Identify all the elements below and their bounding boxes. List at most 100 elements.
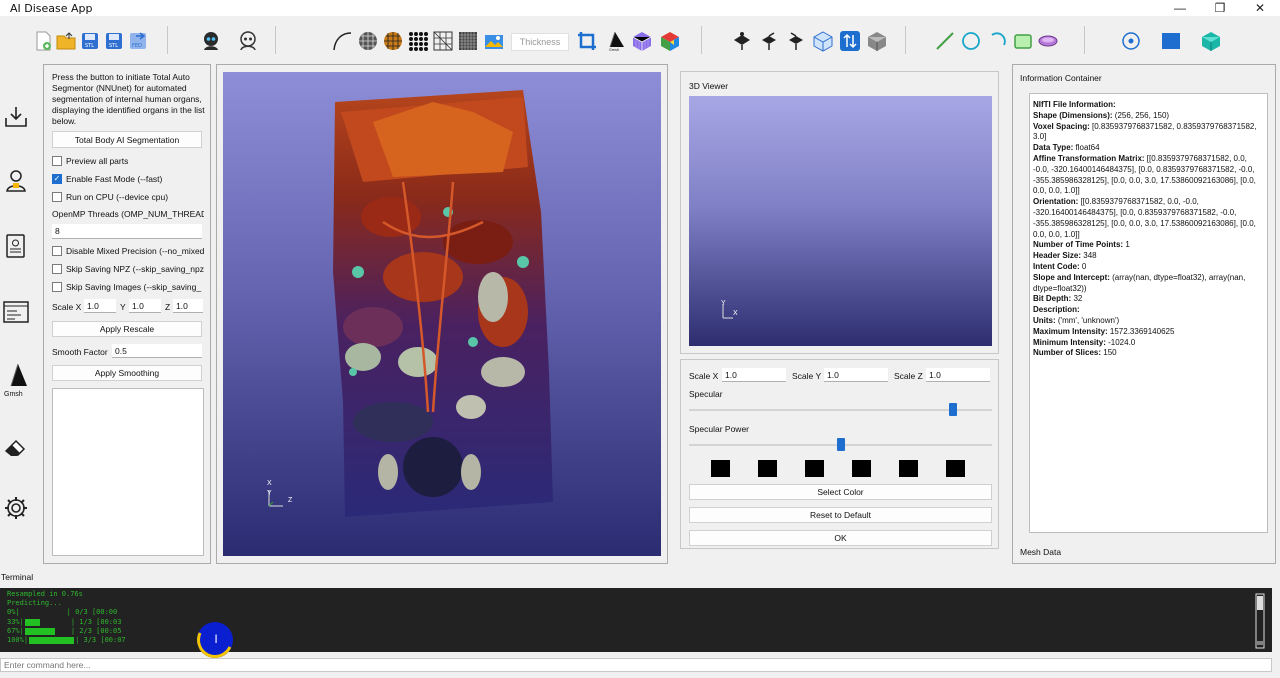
color-swatch-2[interactable] bbox=[758, 460, 777, 477]
info-entry: Slope and Intercept: (array(nan, dtype=f… bbox=[1033, 273, 1264, 295]
info-entry-key: Affine Transformation Matrix: bbox=[1033, 153, 1145, 163]
preview-all-parts-checkbox[interactable]: Preview all parts bbox=[52, 154, 204, 167]
node-tree-2-icon[interactable] bbox=[758, 30, 780, 52]
organ-list[interactable] bbox=[52, 388, 204, 556]
target-icon[interactable] bbox=[1120, 30, 1142, 52]
info-entry-value: -1024.0 bbox=[1105, 337, 1136, 347]
info-panel: Information Container NIfTI File Informa… bbox=[1012, 64, 1276, 564]
apply-rescale-button[interactable]: Apply Rescale bbox=[52, 321, 202, 337]
color-swatch-5[interactable] bbox=[899, 460, 918, 477]
dot-grid-icon[interactable] bbox=[407, 30, 429, 52]
circle-tool-icon[interactable] bbox=[960, 30, 982, 52]
command-input[interactable]: Enter command here... bbox=[0, 658, 1272, 672]
specular-power-slider-handle[interactable] bbox=[836, 438, 845, 451]
color-swatch-1[interactable] bbox=[711, 460, 730, 477]
run-on-cpu-checkbox[interactable]: Run on CPU (--device cpu) bbox=[52, 190, 204, 203]
maximize-button[interactable]: ❐ bbox=[1200, 0, 1240, 16]
scale-z-label: Z bbox=[165, 302, 171, 312]
save-stl-icon[interactable]: STL bbox=[103, 30, 125, 52]
scale-x-label: Scale X bbox=[52, 302, 82, 312]
robot-icon[interactable] bbox=[237, 30, 259, 52]
arc-tool-icon[interactable] bbox=[987, 30, 1009, 52]
checkbox-box[interactable] bbox=[52, 263, 62, 274]
select-color-button[interactable]: Select Color bbox=[689, 484, 992, 500]
minimize-button[interactable]: — bbox=[1160, 0, 1200, 16]
info-entry: Units: ('mm', 'unknown') bbox=[1033, 316, 1264, 327]
node-tree-icon[interactable] bbox=[731, 30, 753, 52]
specular-slider-handle[interactable] bbox=[948, 403, 957, 416]
report-icon[interactable] bbox=[2, 232, 30, 260]
checkbox-box[interactable] bbox=[52, 245, 62, 256]
svg-text:FED: FED bbox=[132, 43, 142, 49]
teal-cube-icon[interactable] bbox=[1200, 30, 1222, 52]
skip-saving-images-checkbox[interactable]: Skip Saving Images (--skip_saving_ bbox=[52, 280, 204, 293]
specular-slider-track[interactable] bbox=[689, 409, 992, 411]
terminal-scrollbar[interactable] bbox=[1253, 592, 1267, 650]
solid-cube-icon[interactable] bbox=[866, 30, 888, 52]
checkbox-box[interactable] bbox=[52, 191, 62, 202]
cube-outline-icon[interactable] bbox=[812, 30, 834, 52]
mesh-sphere-orange-icon[interactable] bbox=[382, 30, 404, 52]
image-import-icon[interactable] bbox=[483, 30, 505, 52]
viewer3d-canvas[interactable]: Y X bbox=[689, 96, 992, 346]
new-file-icon[interactable] bbox=[32, 30, 54, 52]
grid-surface-icon[interactable] bbox=[457, 30, 479, 52]
info-entry-value: (256, 256, 150) bbox=[1112, 110, 1170, 120]
scale-y-input[interactable]: 1.0 bbox=[129, 299, 161, 313]
checkbox-box[interactable] bbox=[52, 281, 62, 292]
square-tool-icon[interactable] bbox=[1160, 30, 1182, 52]
mesh-sphere-icon[interactable] bbox=[357, 30, 379, 52]
terminal-label: Terminal bbox=[1, 572, 34, 582]
checkbox-checked-icon[interactable]: ✓ bbox=[52, 173, 62, 184]
settings-scale-z-input[interactable]: 1.0 bbox=[926, 368, 990, 382]
terminal-line: 0%| | 0/3 [00:00 bbox=[7, 608, 1265, 617]
reset-default-button[interactable]: Reset to Default bbox=[689, 507, 992, 523]
node-tree-3-icon[interactable] bbox=[785, 30, 807, 52]
info-entry: Voxel Spacing: [0.8359379768371582, 0.83… bbox=[1033, 122, 1264, 144]
save-icon[interactable]: STL bbox=[79, 30, 101, 52]
wireframe-icon[interactable] bbox=[432, 30, 454, 52]
rectangle-tool-icon[interactable] bbox=[1012, 30, 1034, 52]
ok-button[interactable]: OK bbox=[689, 530, 992, 546]
gmsh-icon[interactable] bbox=[2, 361, 30, 389]
color-swatch-3[interactable] bbox=[805, 460, 824, 477]
smooth-factor-input[interactable]: 0.5 bbox=[112, 344, 202, 358]
export-fem-icon[interactable]: FED bbox=[127, 30, 149, 52]
import-icon[interactable] bbox=[2, 103, 30, 131]
ellipse-tool-icon[interactable] bbox=[1037, 30, 1059, 52]
voxel-cube-icon[interactable] bbox=[631, 30, 653, 52]
info-entry-key: Units: bbox=[1033, 315, 1056, 325]
settings-gear-icon[interactable] bbox=[2, 494, 30, 522]
close-button[interactable]: ✕ bbox=[1240, 0, 1280, 16]
gmsh-tool-icon[interactable]: Gmsh bbox=[604, 30, 626, 52]
threads-input[interactable]: 8 bbox=[52, 224, 202, 239]
scale-z-input[interactable]: 1.0 bbox=[173, 299, 203, 313]
apply-smoothing-button[interactable]: Apply Smoothing bbox=[52, 365, 202, 381]
total-body-segmentation-button[interactable]: Total Body AI Segmentation bbox=[52, 131, 202, 148]
line-tool-icon[interactable] bbox=[934, 30, 956, 52]
viewer3d-axis-y-label: Y bbox=[721, 300, 726, 307]
checkbox-box[interactable] bbox=[52, 155, 62, 166]
scale-x-input[interactable]: 1.0 bbox=[84, 299, 116, 313]
thickness-input[interactable]: Thickness bbox=[511, 33, 569, 51]
disable-mixed-precision-checkbox[interactable]: Disable Mixed Precision (--no_mixed bbox=[52, 244, 204, 257]
info-entry-key: Header Size: bbox=[1033, 251, 1082, 261]
settings-scale-x-input[interactable]: 1.0 bbox=[722, 368, 786, 382]
ai-assistant-icon[interactable] bbox=[200, 30, 222, 52]
info-entry: Affine Transformation Matrix: [[0.835937… bbox=[1033, 154, 1264, 197]
crop-icon[interactable] bbox=[576, 30, 598, 52]
swap-icon[interactable] bbox=[839, 30, 861, 52]
settings-scale-y-input[interactable]: 1.0 bbox=[824, 368, 888, 382]
color-swatch-4[interactable] bbox=[852, 460, 871, 477]
color-cube-icon[interactable] bbox=[659, 30, 681, 52]
fast-mode-checkbox[interactable]: ✓ Enable Fast Mode (--fast) bbox=[52, 172, 204, 185]
info-entry: Number of Time Points: 1 bbox=[1033, 240, 1264, 251]
volume-render-viewport[interactable]: X Y Z bbox=[223, 72, 661, 556]
list-panel-icon[interactable] bbox=[2, 298, 30, 326]
patient-icon[interactable] bbox=[2, 166, 30, 194]
color-swatch-6[interactable] bbox=[946, 460, 965, 477]
skip-saving-npz-checkbox[interactable]: Skip Saving NPZ (--skip_saving_npz bbox=[52, 262, 204, 275]
curve-icon[interactable] bbox=[331, 30, 353, 52]
open-folder-icon[interactable] bbox=[55, 30, 77, 52]
eraser-icon[interactable] bbox=[2, 433, 30, 461]
